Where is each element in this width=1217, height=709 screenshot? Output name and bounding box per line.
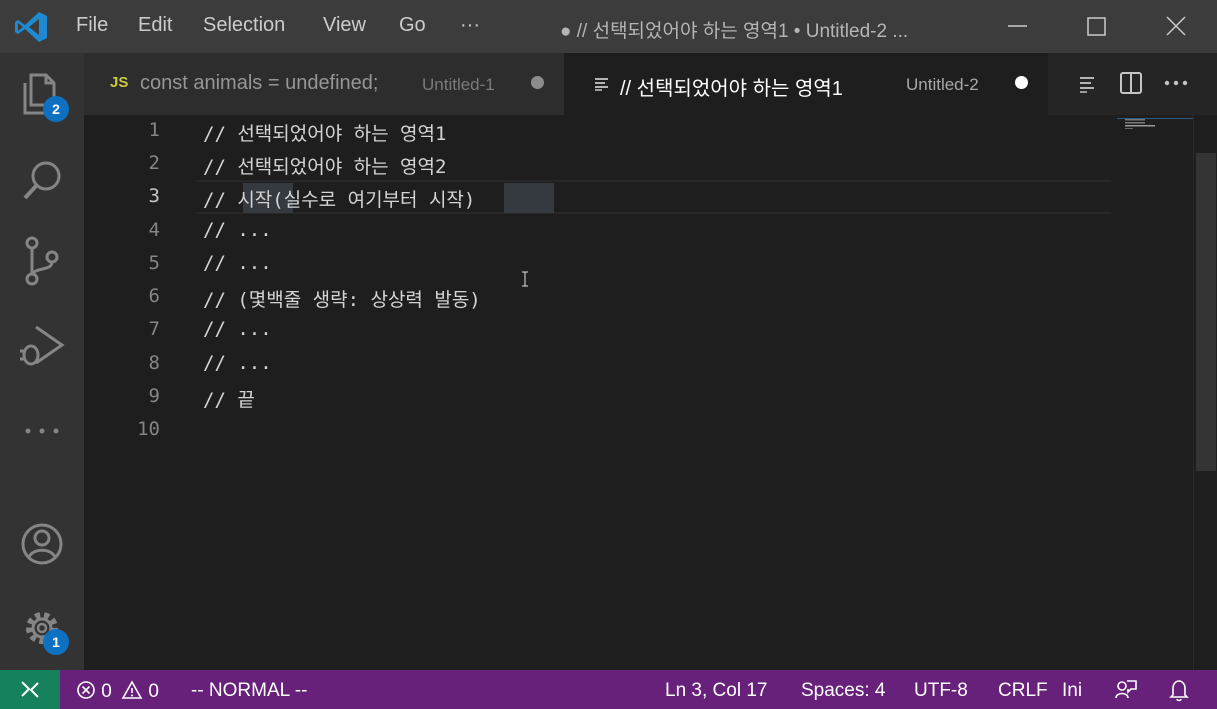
- minimap-preview: [1117, 118, 1193, 129]
- warning-icon: [121, 680, 143, 699]
- end-of-line[interactable]: CRLF: [998, 680, 1048, 702]
- menu-selection[interactable]: Selection: [203, 14, 285, 37]
- language-mode[interactable]: Ini: [1062, 680, 1082, 702]
- tab-bar: JS const animals = undefined; Untitled-1…: [84, 53, 1217, 115]
- status-bar: 0 0 -- NORMAL -- Ln 3, Col 17 Spaces: 4 …: [0, 670, 1217, 709]
- notifications-bell-icon[interactable]: [1168, 678, 1190, 702]
- editor[interactable]: 1 2 3 4 5 6 7 8 9 10 // 선택되었어야 하는 영역1 //…: [84, 115, 1193, 670]
- javascript-file-icon: JS: [110, 74, 129, 91]
- run-debug-icon: [20, 325, 65, 366]
- line-number-gutter[interactable]: 1 2 3 4 5 6 7 8 9 10: [84, 115, 196, 670]
- remote-icon: [21, 681, 39, 698]
- tab-untitled-1[interactable]: JS const animals = undefined; Untitled-1: [84, 53, 564, 115]
- indentation[interactable]: Spaces: 4: [801, 680, 886, 702]
- settings-badge: 1: [43, 629, 69, 655]
- dirty-indicator-icon[interactable]: [531, 76, 544, 89]
- more-views-button[interactable]: [0, 389, 84, 473]
- code-line[interactable]: // ...: [203, 318, 272, 340]
- account-icon: [21, 523, 63, 565]
- tab-description: Untitled-2: [906, 75, 979, 94]
- code-line[interactable]: // 시작(실수로 여기부터 시작): [203, 185, 475, 212]
- code-line[interactable]: // 선택되었어야 하는 영역2: [203, 152, 446, 179]
- line-number: 10: [137, 418, 160, 440]
- menu-file[interactable]: File: [76, 14, 108, 37]
- code-line[interactable]: // ...: [203, 352, 272, 374]
- line-number: 5: [148, 252, 160, 274]
- menu-view[interactable]: View: [323, 14, 366, 37]
- run-debug-button[interactable]: [0, 305, 84, 389]
- line-number: 2: [148, 152, 160, 174]
- code-line[interactable]: // 선택되었어야 하는 영역1: [203, 119, 446, 146]
- maximize-button[interactable]: [1057, 0, 1137, 53]
- explorer-button[interactable]: 2: [0, 53, 84, 137]
- cursor-position[interactable]: Ln 3, Col 17: [665, 680, 767, 702]
- warning-count: 0: [148, 681, 159, 702]
- line-number: 6: [148, 285, 160, 307]
- tab-label: const animals = undefined;: [140, 72, 379, 94]
- line-number: 3: [148, 185, 160, 207]
- source-control-button[interactable]: [0, 221, 84, 305]
- more-actions-icon[interactable]: [1162, 71, 1192, 95]
- ellipsis-icon: [25, 428, 59, 434]
- dirty-indicator-icon[interactable]: [1015, 76, 1028, 89]
- search-icon: [23, 161, 61, 200]
- line-number: 9: [148, 385, 160, 407]
- plain-text-file-icon: [595, 78, 608, 91]
- tab-description: Untitled-1: [422, 75, 495, 94]
- problems-indicator[interactable]: 0 0: [76, 680, 159, 703]
- title-bar: File Edit Selection View Go ··· ● // 선택되…: [0, 0, 1217, 53]
- line-number: 8: [148, 352, 160, 374]
- line-number: 7: [148, 318, 160, 340]
- line-number: 4: [148, 219, 160, 241]
- activity-bar: 2 1: [0, 53, 84, 670]
- window-title: ● // 선택되었어야 하는 영역1 • Untitled-2 ...: [560, 21, 909, 42]
- code-line[interactable]: // 끝: [203, 385, 255, 412]
- maximize-icon: [1087, 17, 1106, 36]
- code-line[interactable]: // ...: [203, 252, 272, 274]
- minimize-button[interactable]: [977, 0, 1057, 53]
- vscode-logo-icon: [15, 12, 47, 42]
- remote-indicator[interactable]: [0, 670, 60, 709]
- tab-untitled-2[interactable]: // 선택되었어야 하는 영역1 Untitled-2: [564, 53, 1048, 115]
- minimize-icon: [1008, 25, 1027, 27]
- files-icon: [23, 73, 56, 115]
- close-icon: [1166, 16, 1186, 36]
- minimap[interactable]: [1117, 115, 1193, 670]
- encoding[interactable]: UTF-8: [914, 680, 968, 702]
- mouse-ibeam-cursor-icon: [522, 271, 528, 287]
- scrollbar-thumb[interactable]: [1196, 153, 1216, 471]
- code-line[interactable]: // ...: [203, 219, 272, 241]
- vertical-scrollbar[interactable]: [1193, 115, 1217, 670]
- source-control-icon: [25, 236, 59, 286]
- gear-icon: [26, 612, 58, 644]
- explorer-badge: 2: [43, 96, 69, 122]
- menu-edit[interactable]: Edit: [138, 14, 172, 37]
- line-number: 1: [148, 119, 160, 141]
- code-line[interactable]: // (몇백줄 생략: 상상력 발동): [203, 285, 481, 312]
- accounts-button[interactable]: [0, 502, 84, 586]
- error-icon: [77, 681, 95, 699]
- search-button[interactable]: [0, 137, 84, 221]
- close-button[interactable]: [1137, 0, 1217, 53]
- menu-go[interactable]: Go: [399, 14, 426, 37]
- vim-mode: -- NORMAL --: [191, 680, 308, 701]
- tab-label: // 선택되었어야 하는 영역1: [620, 78, 843, 100]
- word-highlight: [504, 183, 554, 213]
- manage-button[interactable]: 1: [0, 586, 84, 670]
- open-preview-icon[interactable]: [1078, 75, 1096, 93]
- feedback-icon[interactable]: [1114, 678, 1138, 702]
- split-editor-icon[interactable]: [1119, 71, 1143, 95]
- menu-more[interactable]: ···: [460, 14, 480, 37]
- error-count: 0: [101, 681, 112, 702]
